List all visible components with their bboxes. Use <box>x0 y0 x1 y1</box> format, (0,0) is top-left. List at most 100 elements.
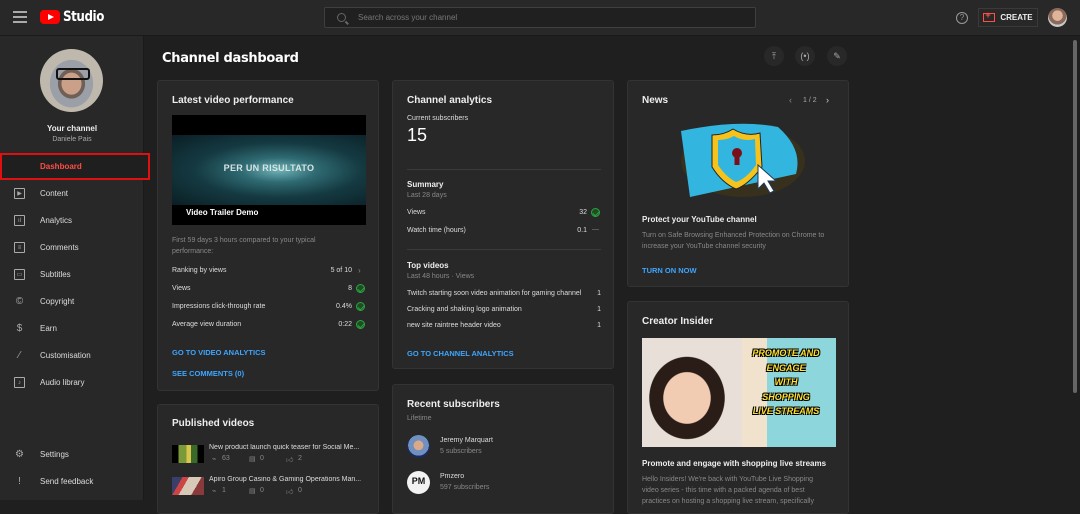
go-to-video-analytics-link[interactable]: GO TO VIDEO ANALYTICS <box>172 348 266 357</box>
creator-insider-card: Creator Insider PROMOTE AND ENGAGE WITH … <box>627 301 849 514</box>
audio-library-icon: ♪ <box>14 377 25 388</box>
video-thumbnail[interactable] <box>172 477 204 495</box>
summary-title: Summary <box>407 180 444 189</box>
gear-icon: ⚙ <box>15 449 24 460</box>
creator-insider-body-2: video series - this time with a packed a… <box>642 487 805 494</box>
search-bar[interactable] <box>324 7 756 28</box>
turn-on-now-link[interactable]: TURN ON NOW <box>642 266 697 275</box>
help-icon[interactable]: ? <box>956 12 968 24</box>
published-videos-card: Published videos New product launch quic… <box>157 404 379 514</box>
summary-label: Watch time (hours) <box>407 227 466 234</box>
analytics-icon: ıl <box>14 215 25 226</box>
dash-icon: — <box>592 226 599 233</box>
metric-value: 8 <box>348 285 352 292</box>
upload-button[interactable]: ⤒ <box>764 46 784 66</box>
search-input[interactable] <box>358 13 738 22</box>
likes-icon: 👍︎ <box>286 489 294 496</box>
top-video-views: 1 <box>597 306 601 313</box>
comparison-text-2: performance: <box>172 248 214 255</box>
top-video-title[interactable]: Twitch starting soon video animation for… <box>407 290 581 297</box>
metric-value: 0.4% <box>336 303 352 310</box>
subscriber-count: 597 subscribers <box>440 484 490 491</box>
sidebar-item-earn[interactable]: $ Earn <box>0 315 144 342</box>
summary-period: Last 28 days <box>407 192 447 199</box>
comments-count: 0 <box>260 455 264 462</box>
youtube-studio-logo[interactable]: Studio <box>40 9 111 25</box>
sidebar-item-dashboard[interactable]: Dashboard <box>0 153 150 180</box>
news-pager: 1 / 2 <box>803 97 817 104</box>
channel-analytics-card: Channel analytics Current subscribers 15… <box>392 80 614 369</box>
sidebar-item-audio-library[interactable]: ♪ Audio library <box>0 369 144 396</box>
subscriber-name[interactable]: Jeremy Marquart <box>440 437 493 444</box>
creator-insider-headline: Promote and engage with shopping live st… <box>642 459 827 468</box>
top-video-title[interactable]: Cracking and shaking logo animation <box>407 306 522 313</box>
sidebar-nav: Dashboard ▶ Content ıl Analytics ≡ Comme… <box>0 153 150 396</box>
likes-icon: 👍︎ <box>286 457 294 464</box>
go-live-icon: (•) <box>800 51 810 61</box>
dollar-icon: $ <box>16 323 23 334</box>
comments-count: 0 <box>260 487 264 494</box>
feedback-icon: ! <box>18 476 21 487</box>
sidebar-item-label: Content <box>40 189 69 198</box>
sidebar-item-copyright[interactable]: © Copyright <box>0 288 144 315</box>
sidebar-item-settings[interactable]: ⚙ Settings <box>0 441 144 468</box>
subscriber-avatar[interactable] <box>407 435 430 458</box>
youtube-logo-icon <box>40 10 60 24</box>
likes-count: 0 <box>298 487 302 494</box>
video-thumbnail[interactable]: PER UN RISULTATO Video Trailer Demo <box>172 115 366 225</box>
thumbnail-caption-line: PROMOTE AND <box>752 348 820 358</box>
metric-value: 0:22 <box>338 321 352 328</box>
go-live-button[interactable]: (•) <box>795 46 815 66</box>
scrollbar[interactable] <box>1073 40 1077 393</box>
video-title: Video Trailer Demo <box>186 208 259 217</box>
previous-icon[interactable]: ‹ <box>789 95 792 105</box>
comparison-text: First 59 days 3 hours compared to your t… <box>172 237 316 244</box>
comments-icon: ▤ <box>249 456 256 463</box>
subscriber-avatar[interactable]: PM <box>407 471 430 494</box>
video-thumbnail[interactable] <box>172 445 204 463</box>
likes-count: 2 <box>298 455 302 462</box>
thumbnail-caption-line: WITH <box>774 377 798 387</box>
subscriber-name[interactable]: Pmzero <box>440 473 464 480</box>
content-icon: ▶ <box>14 188 25 199</box>
creator-insider-thumbnail[interactable]: PROMOTE AND ENGAGE WITH SHOPPING LIVE ST… <box>642 338 836 447</box>
channel-avatar[interactable] <box>40 49 103 112</box>
account-avatar[interactable] <box>1048 8 1067 27</box>
top-videos-period: Last 48 hours · Views <box>407 273 475 280</box>
see-comments-link[interactable]: SEE COMMENTS (0) <box>172 369 244 378</box>
sidebar-item-analytics[interactable]: ıl Analytics <box>0 207 144 234</box>
sidebar-item-comments[interactable]: ≡ Comments <box>0 234 144 261</box>
menu-icon[interactable] <box>13 11 27 23</box>
next-icon[interactable]: › <box>826 95 829 105</box>
news-card: News ‹ 1 / 2 › Protect your YouTube chan… <box>627 80 849 287</box>
sidebar-item-send-feedback[interactable]: ! Send feedback <box>0 468 144 495</box>
sidebar-item-label: Subtitles <box>40 270 71 279</box>
sidebar-item-subtitles[interactable]: ▭ Subtitles <box>0 261 144 288</box>
thumbnail-caption-line: ENGAGE <box>766 362 806 373</box>
news-headline: Protect your YouTube channel <box>642 215 757 224</box>
recent-subscribers-period: Lifetime <box>407 415 432 422</box>
chevron-right-icon[interactable]: › <box>358 266 361 275</box>
top-video-views: 1 <box>597 290 601 297</box>
card-title: News <box>642 95 669 106</box>
create-post-icon: ✎ <box>833 50 841 61</box>
sidebar-item-customisation[interactable]: ⁄ Customisation <box>0 342 144 369</box>
published-video-title[interactable]: New product launch quick teaser for Soci… <box>209 444 369 451</box>
thumbnail-caption: PROMOTE AND ENGAGE WITH SHOPPING LIVE ST… <box>740 346 832 419</box>
comments-icon: ▤ <box>249 488 256 495</box>
create-button[interactable]: CREATE <box>978 8 1038 27</box>
top-video-title[interactable]: new site raintree header video <box>407 322 501 329</box>
news-body: Turn on Safe Browsing Enhanced Protectio… <box>642 232 825 239</box>
sidebar-item-label: Dashboard <box>40 162 82 171</box>
go-to-channel-analytics-link[interactable]: GO TO CHANNEL ANALYTICS <box>407 349 514 358</box>
sidebar-item-label: Customisation <box>40 351 91 360</box>
published-video-title[interactable]: Apiro Group Casino & Gaming Operations M… <box>209 476 369 483</box>
create-post-button[interactable]: ✎ <box>827 46 847 66</box>
copyright-icon: © <box>15 296 24 307</box>
subscribers-count: 15 <box>407 125 428 145</box>
latest-video-card: Latest video performance PER UN RISULTAT… <box>157 80 379 391</box>
sidebar-item-content[interactable]: ▶ Content <box>0 180 144 207</box>
create-video-icon <box>983 10 996 22</box>
thumbnail-caption-line: SHOPPING <box>762 391 810 402</box>
check-icon <box>356 320 365 329</box>
